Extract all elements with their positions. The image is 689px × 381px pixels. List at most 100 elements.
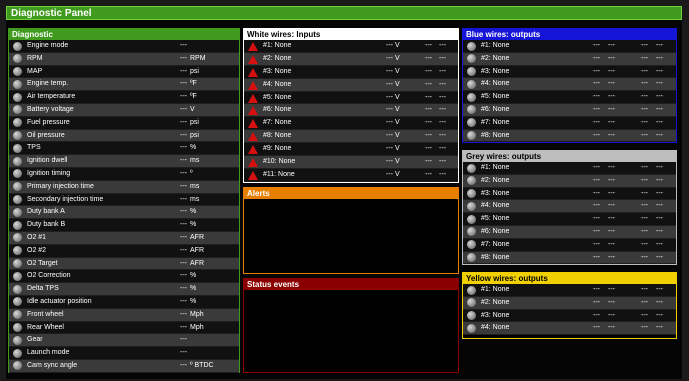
blue-wires-value-c: --- [641, 42, 648, 49]
yellow-wires-value-c: --- [641, 286, 648, 293]
grey-wires-row: #7: None --- --- --- --- [463, 238, 676, 252]
status-indicator-icon [13, 79, 22, 89]
grey-wires-list: #1: None --- --- --- --- #2: None --- --- --- ---… [463, 162, 676, 265]
yellow-wires-value-c: --- [641, 311, 648, 319]
diagnostic-value: --- [180, 105, 187, 113]
status-indicator-icon [467, 323, 476, 333]
diagnostic-row: Rear Wheel --- Mph [9, 321, 239, 335]
status-indicator-icon [13, 182, 22, 192]
grey-wires-value-c: --- [641, 164, 648, 171]
warning-triangle-icon [248, 145, 258, 155]
warning-triangle-icon [248, 42, 258, 51]
yellow-wires-label: #4: None [481, 324, 510, 332]
diagnostic-label: Ignition dwell [27, 157, 68, 165]
grey-wires-value-c: --- [641, 189, 648, 197]
status-indicator-icon [467, 240, 476, 250]
diagnostic-value: --- [180, 80, 187, 88]
blue-wires-label: #7: None [481, 118, 510, 126]
grey-wires-title: Grey wires: outputs [463, 151, 676, 162]
yellow-wires-value-c: --- [641, 298, 648, 306]
blue-wires-title: Blue wires: outputs [463, 29, 676, 40]
yellow-wires-row: #4: None --- --- --- --- [463, 322, 676, 336]
grey-wires-value-b: --- [608, 253, 615, 261]
diagnostic-value: --- [180, 144, 187, 152]
grey-wires-value-b: --- [608, 240, 615, 248]
warning-triangle-icon [248, 106, 258, 116]
grey-wires-row: #8: None --- --- --- --- [463, 251, 676, 265]
white-wire-label: #1: None [263, 42, 292, 49]
diagnostic-row: Ignition timing --- º [9, 167, 239, 181]
white-wire-value-a: --- [425, 170, 432, 178]
diagnostic-row: O2 #1 --- AFR [9, 231, 239, 245]
white-wire-voltage: --- V [386, 158, 400, 166]
diagnostic-label: Air temperature [27, 93, 76, 101]
status-indicator-icon [13, 259, 22, 269]
status-indicator-icon [467, 176, 476, 186]
white-wires-title: White wires: Inputs [244, 29, 458, 40]
blue-wires-value-b: --- [608, 105, 615, 113]
status-indicator-icon [13, 143, 22, 153]
grey-wires-value-d: --- [656, 176, 663, 184]
status-indicator-icon [467, 118, 476, 128]
diagnostic-value: --- [180, 285, 187, 293]
warning-triangle-icon [248, 158, 258, 168]
white-wire-label: #8: None [263, 132, 292, 140]
white-wire-voltage: --- V [386, 106, 400, 114]
blue-wires-value-d: --- [656, 118, 663, 126]
diagnostic-unit: AFR [190, 233, 204, 241]
grey-wires-row: #3: None --- --- --- --- [463, 187, 676, 201]
white-wire-label: #2: None [263, 54, 292, 62]
diagnostic-unit: V [190, 105, 195, 113]
status-indicator-icon [13, 335, 22, 345]
blue-wires-value-d: --- [656, 131, 663, 139]
diagnostic-row: Launch mode --- [9, 347, 239, 360]
white-wire-value-b: --- [439, 119, 446, 127]
white-wire-value-b: --- [439, 80, 446, 88]
white-wire-voltage: --- V [386, 54, 400, 62]
white-wire-voltage: --- V [386, 67, 400, 75]
diagnostic-value: --- [180, 42, 187, 49]
white-wire-voltage: --- V [386, 132, 400, 140]
status-indicator-icon [467, 298, 476, 308]
grey-wires-row: #1: None --- --- --- --- [463, 162, 676, 175]
diagnostic-label: O2 Correction [27, 272, 71, 280]
status-indicator-icon [13, 92, 22, 102]
blue-wires-label: #4: None [481, 80, 510, 88]
diagnostic-label: Battery voltage [27, 105, 74, 113]
blue-wires-value-a: --- [593, 54, 600, 62]
blue-wires-row: #5: None --- --- --- --- [463, 91, 676, 104]
blue-wires-value-b: --- [608, 118, 615, 126]
diagnostic-row: O2 Correction ---% [9, 270, 239, 284]
blue-wires-value-d: --- [656, 80, 663, 88]
grey-wires-value-b: --- [608, 215, 615, 223]
blue-wires-label: #5: None [481, 93, 510, 101]
grey-wires-value-d: --- [656, 202, 663, 210]
white-wire-label: #11: None [263, 170, 295, 178]
grey-wires-value-d: --- [656, 164, 663, 171]
blue-wires-row: #7: None --- --- --- --- [463, 116, 676, 130]
diagnostic-row: Engine mode --- [9, 40, 239, 53]
diagnostic-unit: AFR [190, 246, 204, 254]
diagnostic-value: --- [180, 221, 187, 229]
status-indicator-icon [467, 253, 476, 263]
diagnostic-value: --- [180, 323, 187, 331]
status-indicator-icon [13, 67, 22, 77]
grey-wires-value-a: --- [593, 176, 600, 184]
blue-wires-value-a: --- [593, 93, 600, 101]
yellow-wires-value-a: --- [593, 298, 600, 306]
warning-triangle-icon [248, 132, 258, 142]
white-wire-voltage: --- V [386, 145, 400, 153]
grey-wires-value-b: --- [608, 227, 615, 235]
blue-wires-value-d: --- [656, 67, 663, 75]
status-indicator-icon [467, 201, 476, 211]
status-indicator-icon [13, 54, 22, 64]
diagnostic-unit: º BTDC [190, 361, 214, 369]
white-wire-voltage: --- V [386, 119, 400, 127]
blue-wires-value-c: --- [641, 118, 648, 126]
diagnostic-row: Ignition dwell --- ms [9, 155, 239, 168]
blue-wires-value-c: --- [641, 80, 648, 88]
yellow-wires-panel: Yellow wires: outputs #1: None --- --- --- -… [462, 272, 677, 339]
diagnostic-unit: psi [190, 131, 199, 139]
white-wire-label: #9: None [263, 145, 292, 153]
diagnostic-row: O2 Target --- AFR [9, 257, 239, 271]
